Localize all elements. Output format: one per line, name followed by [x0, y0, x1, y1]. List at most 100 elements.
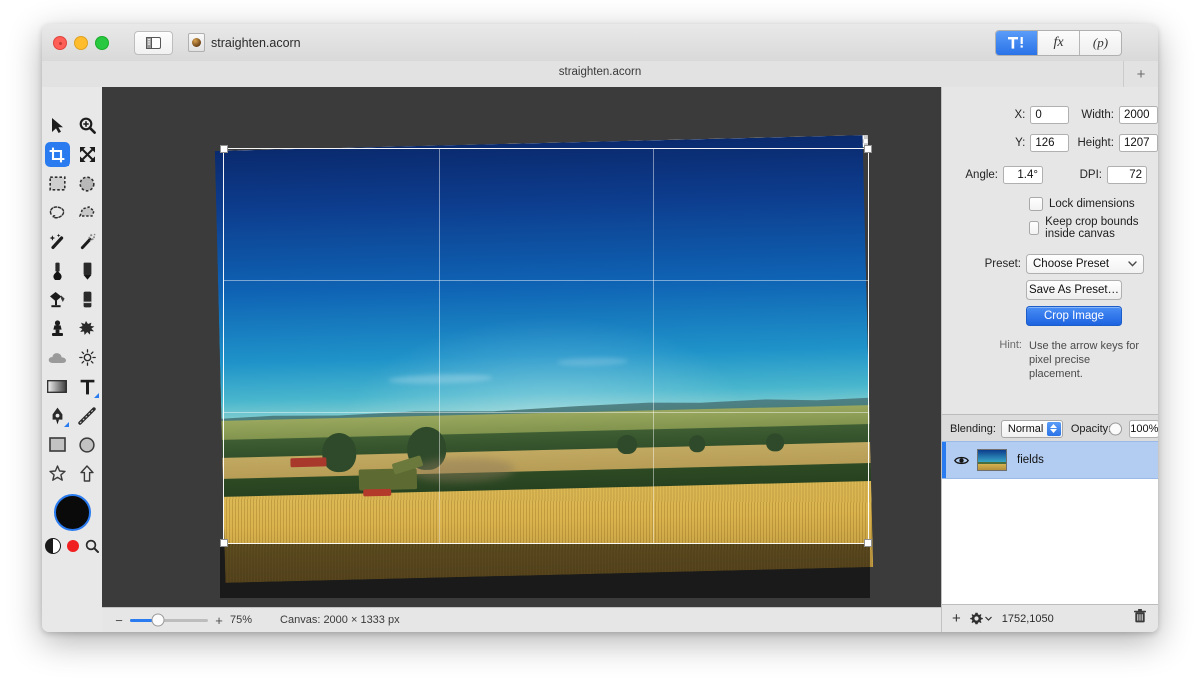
- layer-selection-accent: [942, 442, 946, 478]
- red-dot-icon[interactable]: [67, 540, 79, 552]
- zoom-slider-knob[interactable]: [151, 613, 165, 627]
- lock-dimensions-row[interactable]: Lock dimensions: [1029, 197, 1158, 211]
- crop-tool[interactable]: [42, 140, 72, 169]
- color-well-area: [42, 494, 102, 554]
- crop-dpi-field[interactable]: 72: [1107, 165, 1147, 184]
- rectangular-select-tool[interactable]: [42, 169, 72, 198]
- eye-icon[interactable]: [954, 455, 969, 466]
- text-tool-options-corner: [94, 393, 99, 398]
- bezier-pen-tool[interactable]: [42, 401, 72, 430]
- zoom-in-icon[interactable]: +: [214, 614, 224, 627]
- eyedropper-tool[interactable]: [42, 256, 72, 285]
- layer-name[interactable]: fields: [1017, 454, 1044, 466]
- move-tool[interactable]: [42, 111, 72, 140]
- layer-settings-button[interactable]: [969, 612, 992, 625]
- tools-segment[interactable]: [996, 31, 1038, 55]
- minimize-button[interactable]: [74, 36, 88, 50]
- polygon-lasso-tool[interactable]: [72, 198, 102, 227]
- gradient-tool[interactable]: [42, 372, 72, 401]
- crop-selection-rectangle[interactable]: [220, 145, 872, 547]
- dashed-rectangle-icon: [48, 176, 66, 191]
- crop-y-field[interactable]: 126: [1030, 133, 1070, 152]
- document-title-chip[interactable]: straighten.acorn: [188, 33, 301, 52]
- ellipse-shape-tool[interactable]: [72, 430, 102, 459]
- lock-dimensions-checkbox[interactable]: [1029, 197, 1043, 211]
- crop-x-field[interactable]: 0: [1030, 105, 1070, 124]
- add-tab-button[interactable]: +: [1123, 61, 1158, 87]
- dodge-tool[interactable]: [72, 343, 102, 372]
- opacity-label: Opacity:: [1070, 422, 1112, 435]
- close-button[interactable]: [53, 36, 67, 50]
- layer-blending-bar: Blending: Normal Opacity: 100%: [942, 414, 1158, 443]
- clone-stamp-tool[interactable]: [42, 314, 72, 343]
- black-white-swap-icon[interactable]: [45, 538, 61, 554]
- spatter-icon: [79, 321, 95, 335]
- instant-alpha-tool[interactable]: [72, 227, 102, 256]
- lock-dimensions-label: Lock dimensions: [1049, 198, 1135, 210]
- active-tab-title[interactable]: straighten.acorn: [42, 66, 1158, 78]
- eraser-icon: [83, 291, 91, 308]
- canvas-viewport: [102, 87, 942, 632]
- inspector-segmented-control[interactable]: fx (p): [995, 30, 1122, 56]
- up-arrow-icon: [80, 465, 94, 482]
- inspector-panel: X: 0 Width: 2000 Y: 126 Height: 1207 Ang…: [941, 87, 1158, 632]
- crop-handle-top-right[interactable]: [864, 145, 872, 153]
- document-name: straighten.acorn: [211, 35, 301, 50]
- keep-inside-canvas-row[interactable]: Keep crop bounds inside canvas: [1029, 216, 1158, 240]
- blending-mode-value: Normal: [1007, 422, 1044, 435]
- eraser-tool[interactable]: [72, 285, 102, 314]
- pencil-tool[interactable]: [72, 256, 102, 285]
- tool-palette: [42, 87, 103, 632]
- filters-segment[interactable]: fx: [1038, 31, 1080, 55]
- text-tool[interactable]: [72, 372, 102, 401]
- save-preset-row: Save As Preset…: [942, 278, 1158, 301]
- crop-handle-top-left[interactable]: [220, 145, 228, 153]
- pen-nib-icon: [52, 407, 62, 424]
- layer-row[interactable]: fields: [942, 441, 1158, 479]
- opacity-value-field[interactable]: 100%: [1129, 419, 1158, 438]
- save-as-preset-button[interactable]: Save As Preset…: [1026, 279, 1122, 300]
- crop-grid-line-horizontal: [224, 280, 868, 282]
- palette-segment[interactable]: (p): [1080, 31, 1121, 55]
- tool-grid: [42, 111, 102, 488]
- paint-bucket-tool[interactable]: [42, 285, 72, 314]
- opacity-slider-knob[interactable]: [1109, 422, 1123, 435]
- zoom-tool[interactable]: [72, 111, 102, 140]
- crop-angle-field[interactable]: 1.4°: [1003, 165, 1043, 184]
- rectangle-shape-tool[interactable]: [42, 430, 72, 459]
- crop-handle-bottom-left[interactable]: [220, 539, 228, 547]
- arrow-shape-tool[interactable]: [72, 459, 102, 488]
- canvas-area[interactable]: [102, 87, 942, 632]
- window-controls: [53, 36, 119, 50]
- crop-handle-bottom-right[interactable]: [864, 539, 872, 547]
- crop-image-button[interactable]: Crop Image: [1026, 305, 1122, 326]
- blending-stepper-icon[interactable]: [1046, 421, 1061, 436]
- star-shape-tool[interactable]: [42, 459, 72, 488]
- magic-wand-tool[interactable]: [42, 227, 72, 256]
- add-layer-button[interactable]: +: [952, 611, 961, 626]
- maximize-button[interactable]: [95, 36, 109, 50]
- crop-width-field[interactable]: 2000: [1118, 105, 1158, 124]
- sidebar-toggle-button[interactable]: [134, 31, 173, 55]
- delete-layer-button[interactable]: [1134, 609, 1146, 628]
- crop-height-field[interactable]: 1207: [1118, 133, 1158, 152]
- magnifier-icon[interactable]: [85, 539, 99, 553]
- line-tool[interactable]: [72, 401, 102, 430]
- elliptical-select-tool[interactable]: [72, 169, 102, 198]
- zoom-slider[interactable]: [130, 613, 208, 627]
- crop-angle-dpi-row: Angle: 1.4° DPI: 72: [942, 163, 1158, 186]
- blur-tool[interactable]: [42, 343, 72, 372]
- pencil-icon: [83, 262, 91, 280]
- zoom-out-icon[interactable]: −: [114, 614, 124, 627]
- lasso-tool[interactable]: [42, 198, 72, 227]
- crop-dpi-label: DPI:: [1079, 168, 1102, 181]
- zoom-control[interactable]: − + 75%: [114, 613, 252, 627]
- preset-select[interactable]: Choose Preset: [1026, 253, 1144, 274]
- smudge-tool[interactable]: [72, 314, 102, 343]
- transform-tool[interactable]: [72, 140, 102, 169]
- crop-width-label: Width:: [1081, 108, 1114, 121]
- blending-mode-select[interactable]: Normal: [1000, 419, 1063, 438]
- keep-crop-bounds-checkbox[interactable]: [1029, 221, 1040, 235]
- paint-bucket-icon: [50, 292, 65, 308]
- foreground-color-well[interactable]: [53, 494, 91, 531]
